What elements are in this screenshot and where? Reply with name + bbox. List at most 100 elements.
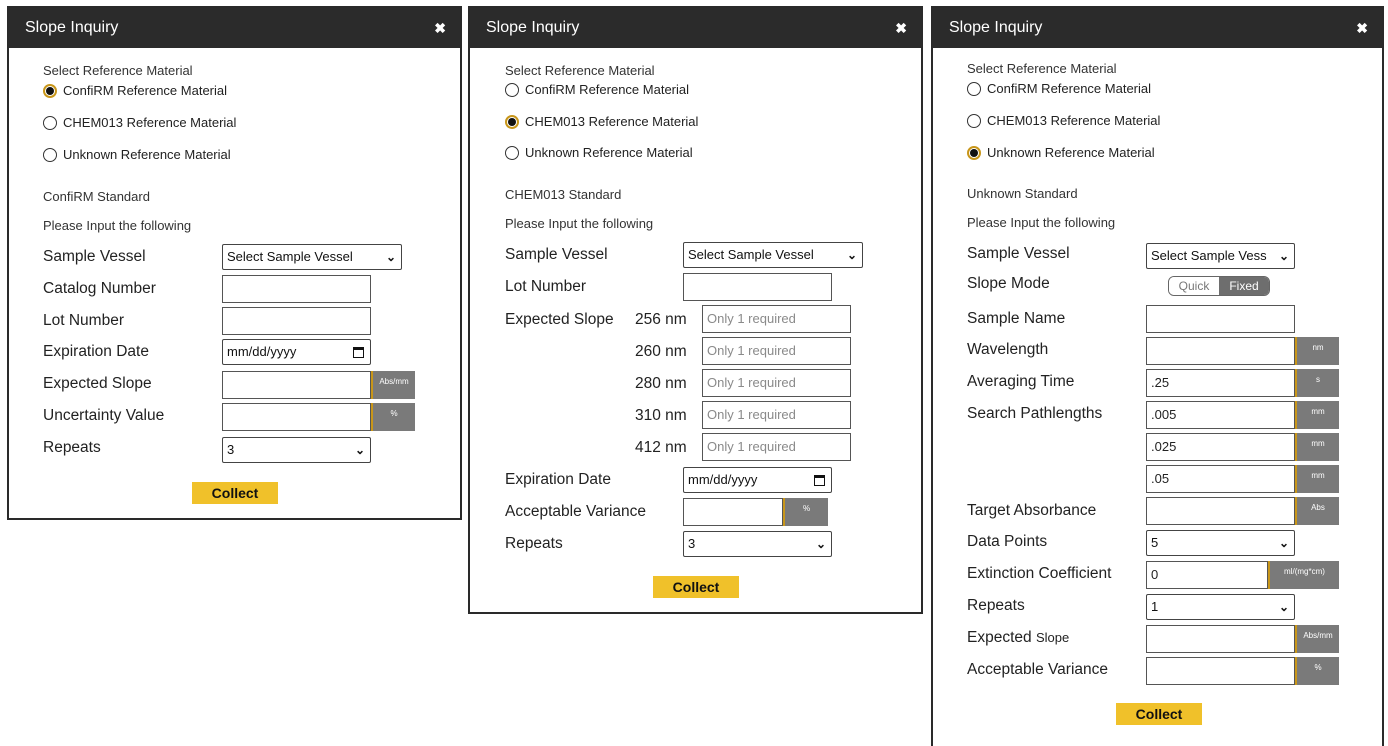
radio-selected-icon bbox=[967, 145, 981, 160]
chevron-down-icon: ⌄ bbox=[1278, 600, 1289, 614]
expiration-date-input[interactable]: mm/dd/yyyy bbox=[222, 339, 371, 365]
expected-slope-input[interactable] bbox=[1146, 625, 1295, 653]
search-pathlengths-label: Search Pathlengths bbox=[967, 405, 1103, 422]
slope-mode-toggle[interactable]: Quick Fixed bbox=[1168, 276, 1270, 296]
input-prompt: Please Input the following bbox=[967, 215, 1116, 230]
expiration-date-value: mm/dd/yyyy bbox=[227, 344, 297, 359]
sample-vessel-select[interactable]: Select Sample Vessel ⌄ bbox=[222, 244, 402, 270]
sample-vessel-select[interactable]: Select Sample Vess ⌄ bbox=[1146, 243, 1295, 269]
target-absorbance-input[interactable] bbox=[1146, 497, 1295, 525]
radio-icon bbox=[505, 82, 519, 97]
section-label: Select Reference Material bbox=[967, 61, 1117, 76]
acceptable-variance-label: Acceptable Variance bbox=[967, 661, 1109, 678]
slope-280-input[interactable]: Only 1 required bbox=[702, 369, 851, 397]
radio-unknown[interactable]: Unknown Reference Material bbox=[505, 145, 693, 160]
dialog-titlebar: Slope Inquiry ✖ bbox=[933, 8, 1382, 48]
expected-slope-label-small: Slope bbox=[1035, 630, 1070, 645]
expected-slope-label: Expected Slope bbox=[43, 375, 152, 392]
expected-slope-input[interactable] bbox=[222, 371, 371, 399]
extinction-coefficient-input[interactable]: 0 bbox=[1146, 561, 1268, 589]
chevron-down-icon: ⌄ bbox=[815, 537, 826, 551]
slope-260-input[interactable]: Only 1 required bbox=[702, 337, 851, 365]
unit-ml-mg-cm: ml/(mg*cm) bbox=[1268, 561, 1339, 589]
radio-unknown[interactable]: Unknown Reference Material bbox=[43, 147, 231, 162]
unit-seconds: s bbox=[1295, 369, 1339, 397]
lot-number-input[interactable] bbox=[683, 273, 832, 301]
repeats-select[interactable]: 3 ⌄ bbox=[222, 437, 371, 463]
slope-mode-fixed[interactable]: Fixed bbox=[1219, 277, 1269, 295]
repeats-label: Repeats bbox=[967, 597, 1025, 614]
sample-vessel-select[interactable]: Select Sample Vessel ⌄ bbox=[683, 242, 863, 268]
close-icon[interactable]: ✖ bbox=[1356, 20, 1368, 37]
radio-selected-icon bbox=[505, 114, 519, 129]
collect-button[interactable]: Collect bbox=[653, 576, 739, 598]
radio-label: CHEM013 Reference Material bbox=[987, 113, 1161, 128]
acceptable-variance-input[interactable] bbox=[1146, 657, 1295, 685]
standard-label: CHEM013 Standard bbox=[505, 187, 622, 202]
pathlength-input[interactable]: .005 bbox=[1146, 401, 1295, 429]
data-points-label: Data Points bbox=[967, 533, 1048, 550]
input-prompt: Please Input the following bbox=[505, 216, 654, 231]
radio-chem013[interactable]: CHEM013 Reference Material bbox=[967, 113, 1160, 128]
expiration-date-value: mm/dd/yyyy bbox=[688, 472, 758, 487]
slope-mode-quick[interactable]: Quick bbox=[1169, 277, 1219, 295]
collect-button[interactable]: Collect bbox=[1116, 703, 1202, 725]
expiration-date-input[interactable]: mm/dd/yyyy bbox=[683, 467, 832, 493]
close-icon[interactable]: ✖ bbox=[434, 20, 446, 37]
close-icon[interactable]: ✖ bbox=[895, 20, 907, 37]
radio-confirm[interactable]: ConfiRM Reference Material bbox=[967, 81, 1151, 96]
radio-confirm[interactable]: ConfiRM Reference Material bbox=[43, 83, 227, 98]
unit-percent: % bbox=[1295, 657, 1339, 685]
chevron-down-icon: ⌄ bbox=[846, 248, 857, 262]
repeats-value: 3 bbox=[227, 442, 235, 457]
wavelength-310-label: 310 nm bbox=[635, 407, 687, 424]
wavelength-256-label: 256 nm bbox=[635, 311, 687, 328]
slope-256-input[interactable]: Only 1 required bbox=[702, 305, 851, 333]
radio-chem013[interactable]: CHEM013 Reference Material bbox=[505, 114, 698, 129]
radio-icon bbox=[967, 81, 981, 96]
calendar-icon[interactable] bbox=[353, 347, 364, 358]
dialog-chem013: Slope Inquiry ✖ Select Reference Materia… bbox=[468, 6, 923, 614]
wavelength-412-label: 412 nm bbox=[635, 439, 687, 456]
unit-mm: mm bbox=[1295, 433, 1339, 461]
sample-vessel-label: Sample Vessel bbox=[505, 246, 608, 263]
averaging-time-input[interactable]: .25 bbox=[1146, 369, 1295, 397]
expected-slope-label: Expected Slope bbox=[505, 311, 614, 328]
calendar-icon[interactable] bbox=[814, 475, 825, 486]
radio-label: Unknown Reference Material bbox=[987, 145, 1155, 160]
wavelength-input[interactable] bbox=[1146, 337, 1295, 365]
uncertainty-value-input[interactable] bbox=[222, 403, 371, 431]
pathlength-input[interactable]: .025 bbox=[1146, 433, 1295, 461]
chevron-down-icon: ⌄ bbox=[1278, 536, 1289, 550]
unit-mm: mm bbox=[1295, 465, 1339, 493]
acceptable-variance-input[interactable] bbox=[683, 498, 783, 526]
wavelength-280-label: 280 nm bbox=[635, 375, 687, 392]
collect-button[interactable]: Collect bbox=[192, 482, 278, 504]
radio-icon bbox=[505, 145, 519, 160]
dialog-titlebar: Slope Inquiry ✖ bbox=[9, 8, 460, 48]
data-points-select[interactable]: 5 ⌄ bbox=[1146, 530, 1295, 556]
radio-unknown[interactable]: Unknown Reference Material bbox=[967, 145, 1155, 160]
lot-number-input[interactable] bbox=[222, 307, 371, 335]
expiration-date-label: Expiration Date bbox=[43, 343, 149, 360]
averaging-time-label: Averaging Time bbox=[967, 373, 1075, 390]
repeats-select[interactable]: 3 ⌄ bbox=[683, 531, 832, 557]
target-absorbance-label: Target Absorbance bbox=[967, 502, 1097, 519]
sample-name-input[interactable] bbox=[1146, 305, 1295, 333]
slope-412-input[interactable]: Only 1 required bbox=[702, 433, 851, 461]
expiration-date-label: Expiration Date bbox=[505, 471, 611, 488]
catalog-number-label: Catalog Number bbox=[43, 280, 156, 297]
radio-chem013[interactable]: CHEM013 Reference Material bbox=[43, 115, 236, 130]
uncertainty-value-label: Uncertainty Value bbox=[43, 407, 165, 424]
catalog-number-input[interactable] bbox=[222, 275, 371, 303]
pathlength-input[interactable]: .05 bbox=[1146, 465, 1295, 493]
dialog-confirm: Slope Inquiry ✖ Select Reference Materia… bbox=[7, 6, 462, 520]
radio-label: ConfiRM Reference Material bbox=[525, 82, 690, 97]
radio-label: ConfiRM Reference Material bbox=[987, 81, 1152, 96]
radio-label: CHEM013 Reference Material bbox=[63, 115, 237, 130]
radio-confirm[interactable]: ConfiRM Reference Material bbox=[505, 82, 689, 97]
unit-percent: % bbox=[783, 498, 828, 526]
repeats-select[interactable]: 1 ⌄ bbox=[1146, 594, 1295, 620]
slope-310-input[interactable]: Only 1 required bbox=[702, 401, 851, 429]
dialog-unknown: Slope Inquiry ✖ Select Reference Materia… bbox=[931, 6, 1384, 746]
